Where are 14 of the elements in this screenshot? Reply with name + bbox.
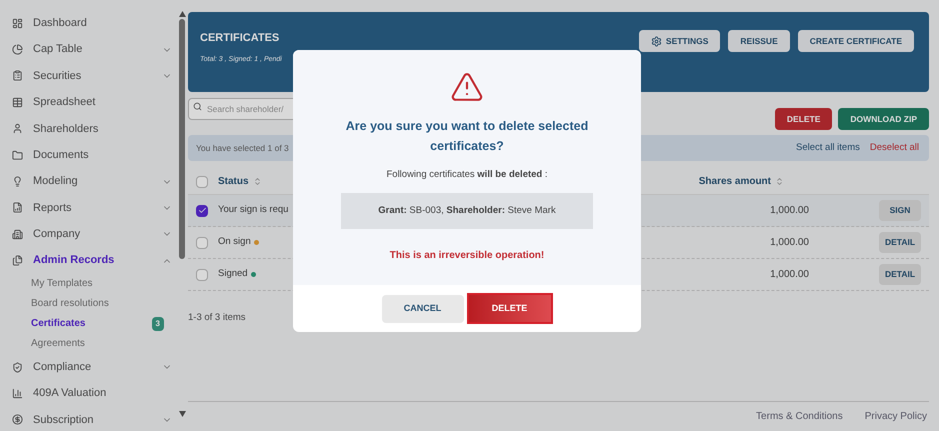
dialog-title: Are you sure you want to delete selected certificates? (344, 118, 590, 155)
status-cell-text: Your sign is requ (218, 203, 288, 218)
pagination-text: 1-3 of 3 items (188, 311, 247, 325)
amount-cell-text: 1,000.00 (770, 268, 809, 282)
warning-text: This is an irreversible operation! (390, 249, 544, 264)
page-title: CERTIFICATES (200, 31, 280, 46)
count-badge: 3 (152, 316, 164, 331)
amount-cell-text: 1,000.00 (770, 204, 809, 218)
selection-text: You have selected 1 of 3 (196, 142, 289, 154)
certificate-item: Grant: SB-003, Shareholder: Steve Mark (341, 193, 593, 230)
status-cell-text: On sign (218, 235, 251, 250)
amount-cell-text: 1,000.00 (770, 236, 809, 250)
status-cell-text: Signed (218, 267, 248, 282)
dialog-message: Following certificates will be deleted : (386, 168, 548, 182)
